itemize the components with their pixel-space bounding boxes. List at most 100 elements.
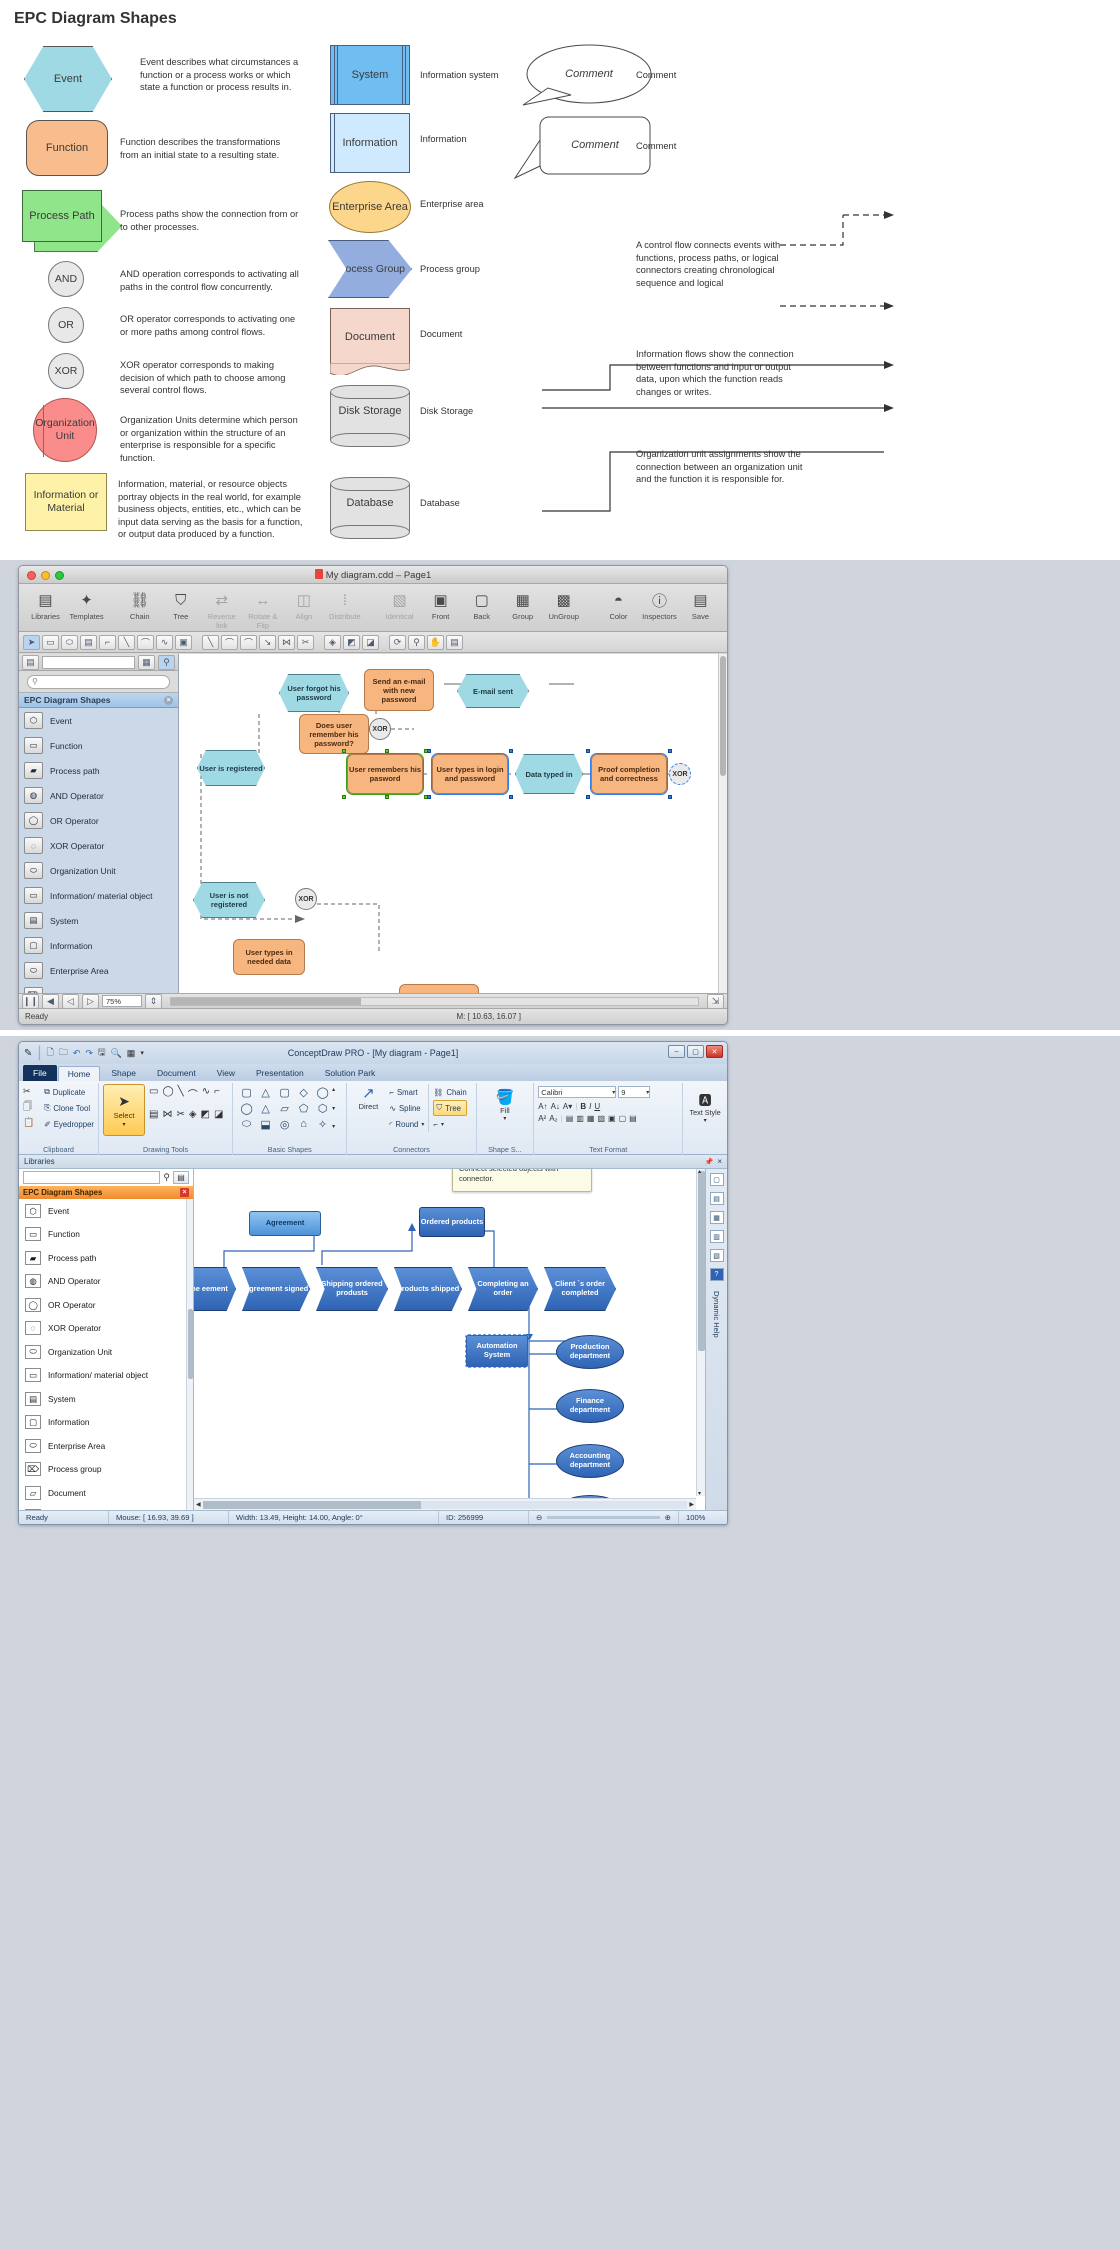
ellipse-tool[interactable]: ⬭ [61, 634, 78, 650]
cut-icon[interactable]: ✂ [23, 1086, 41, 1097]
scroll-thumb[interactable] [720, 656, 726, 776]
toolbar-ungroup[interactable]: ▩ UnGroup [543, 588, 584, 621]
chevron-down-icon[interactable]: ▾ [441, 1121, 444, 1128]
selection-handles[interactable] [342, 749, 428, 799]
grow-font-icon[interactable]: A↑ [538, 1102, 547, 1111]
line-tool[interactable]: ╲ [202, 634, 219, 650]
selection-handles[interactable] [515, 754, 583, 794]
round-connector-button[interactable]: ◜ Round ▾ [389, 1116, 424, 1132]
shape-hexagon-icon[interactable]: ⬡ [318, 1102, 328, 1115]
toolbar-reverse-link[interactable]: ⇄ Reverse link [201, 588, 242, 630]
mac-canvas[interactable]: User forgot his password Send an e-mail … [179, 654, 727, 1008]
mac-library-item[interactable]: ⬡ Event [19, 708, 178, 733]
close-icon[interactable]: × [717, 1157, 722, 1166]
dock-shapes-icon[interactable]: ▢ [709, 1173, 724, 1186]
ribbon-tab-presentation[interactable]: Presentation [246, 1065, 314, 1081]
toolbar-save[interactable]: ▤ Save [680, 588, 721, 621]
bold-icon[interactable]: B [580, 1102, 586, 1111]
ribbon-tab-solution-park[interactable]: Solution Park [315, 1065, 386, 1081]
arc-tool[interactable]: ⌒ [221, 634, 238, 650]
spline-connector-button[interactable]: ∿ Spline [389, 1100, 424, 1116]
intersect-tool[interactable]: ◪ [362, 634, 379, 650]
scroll-more-icon[interactable]: ▾ [332, 1105, 335, 1112]
toolbar-group[interactable]: ▦ Group [502, 588, 543, 621]
bezier-tool[interactable]: ↘ [259, 634, 276, 650]
clone-tool-button[interactable]: ⎘ Clone Tool [44, 1100, 94, 1116]
shape-triangle2-icon[interactable]: △ [261, 1102, 269, 1115]
bezier-tool-icon[interactable]: ∿ [202, 1086, 210, 1101]
delete-connector-button[interactable]: ⌐ ▾ [433, 1116, 466, 1132]
text-style-button[interactable]: 🅰 Text Style ▾ [687, 1084, 723, 1124]
scroll-down-icon[interactable]: ▾ [698, 1490, 701, 1497]
zoom-in-icon[interactable]: ⊕ [665, 1513, 671, 1522]
align-right-icon[interactable]: ▦ [587, 1114, 595, 1123]
intersect-icon[interactable]: ◪ [214, 1109, 223, 1120]
scissors-icon[interactable]: ✂ [176, 1109, 184, 1120]
mac-library-item[interactable]: ▭ Information/ material object [19, 883, 178, 908]
shape-cylinder-icon[interactable]: ⬭ [242, 1118, 251, 1131]
horizontal-scrollbar[interactable] [170, 996, 699, 1006]
union-tool[interactable]: ◈ [324, 634, 341, 650]
canvas-vscroll-thumb[interactable] [698, 1171, 705, 1351]
dock-properties-icon[interactable]: ▧ [709, 1249, 724, 1262]
underline-icon[interactable]: U [594, 1102, 600, 1111]
subscript-icon[interactable]: A₂ [549, 1114, 557, 1123]
scroll-up-icon[interactable]: ▴ [332, 1086, 335, 1093]
font-color-icon[interactable]: A▾ [563, 1102, 572, 1111]
pause-button[interactable]: ❙❙ [22, 993, 39, 1009]
tree-button[interactable]: ⛉ Tree [433, 1100, 467, 1116]
mac-library-item[interactable]: ⬭ Organization Unit [19, 858, 178, 883]
chevron-down-icon[interactable]: ▾ [481, 1115, 530, 1122]
smart-connector-tool[interactable]: ⌐ [99, 634, 116, 650]
win-library-item[interactable]: ⌦ Process group [19, 1458, 193, 1482]
paste-icon[interactable]: 📋 [23, 1117, 41, 1128]
ribbon-tab-document[interactable]: Document [147, 1065, 206, 1081]
ribbon-tabs[interactable]: File Home Shape Document View Presentation Sol… [19, 1064, 727, 1081]
wnode-accounting-department[interactable]: Accounting department [556, 1444, 624, 1478]
wnode-agreement[interactable]: Agreement [249, 1211, 321, 1236]
direct-connector-tool[interactable]: ╲ [118, 634, 135, 650]
spline-connector-tool[interactable]: ∿ [156, 634, 173, 650]
win-library-item[interactable]: ◍ AND Operator [19, 1270, 193, 1294]
win-library-item[interactable]: ▭ Function [19, 1223, 193, 1247]
select-tool-button[interactable]: ➤ Select ▾ [103, 1084, 145, 1136]
chain-button[interactable]: ⛓ Chain [433, 1084, 466, 1100]
node-proof-completion[interactable]: Proof completion and correctness [586, 749, 672, 799]
union-icon[interactable]: ◈ [189, 1109, 197, 1120]
node-user-types-needed-data[interactable]: User types in needed data [233, 939, 305, 975]
win-library-item[interactable]: ▱ Document [19, 1481, 193, 1505]
win-library-item[interactable]: ▭ Information/ material object [19, 1364, 193, 1388]
line-tool-icon[interactable]: ╲ [178, 1086, 184, 1101]
win-library-item[interactable]: ◯ OR Operator [19, 1293, 193, 1317]
zoom-out-icon[interactable]: ⊖ [536, 1513, 542, 1522]
prev-page-button[interactable]: ◁ [62, 993, 79, 1009]
dock-help-icon[interactable]: ? [709, 1268, 724, 1281]
mac-library-item[interactable]: ▤ System [19, 908, 178, 933]
rotate-tool[interactable]: ⟳ [389, 634, 406, 650]
mac-library-list[interactable]: ⬡ Event ▭ Function ▰ Process path ◍ AND Operato… [19, 708, 178, 1008]
wnode-shipping-ordered[interactable]: Shipping ordered produsts [316, 1267, 388, 1311]
rectangle-tool[interactable]: ▭ [42, 634, 59, 650]
pin-icon[interactable]: 📌 [705, 1158, 714, 1166]
node-email-sent[interactable]: E-mail sent [457, 674, 529, 708]
shape-cross-icon[interactable]: ✧ [318, 1118, 327, 1131]
toolbar-color[interactable]: ◓ Color [598, 588, 639, 622]
wnode-ordered-products[interactable]: Ordered products [419, 1207, 485, 1237]
shape-square-icon[interactable]: ▢ [241, 1086, 251, 1099]
toolbar-identical[interactable]: ▧ Identical [379, 588, 420, 621]
text-tool-icon[interactable]: ▤ [149, 1109, 158, 1120]
scroll-up-icon[interactable]: ▴ [698, 1169, 701, 1175]
rectangle-tool-icon[interactable]: ▭ [149, 1086, 158, 1101]
chevron-down-icon[interactable]: ▾ [421, 1121, 424, 1128]
mac-library-item[interactable]: ▢ Information [19, 933, 178, 958]
close-button[interactable]: ✕ [706, 1045, 723, 1058]
win-library-item[interactable]: ◌ XOR Operator [19, 1317, 193, 1341]
wnode-completing-order[interactable]: Completing an order [468, 1267, 538, 1311]
arc-tool-icon[interactable]: ⌒ [188, 1086, 198, 1101]
eyedropper-button[interactable]: ✐ Eyedropper [44, 1116, 94, 1132]
subtract-tool[interactable]: ◩ [343, 634, 360, 650]
font-size-select[interactable]: 9 ▾ [618, 1086, 651, 1098]
chevron-down-icon[interactable]: ▾ [687, 1117, 723, 1124]
maximize-button[interactable]: ▢ [687, 1045, 704, 1058]
node-edit-icon[interactable]: ⋈ [162, 1109, 172, 1120]
